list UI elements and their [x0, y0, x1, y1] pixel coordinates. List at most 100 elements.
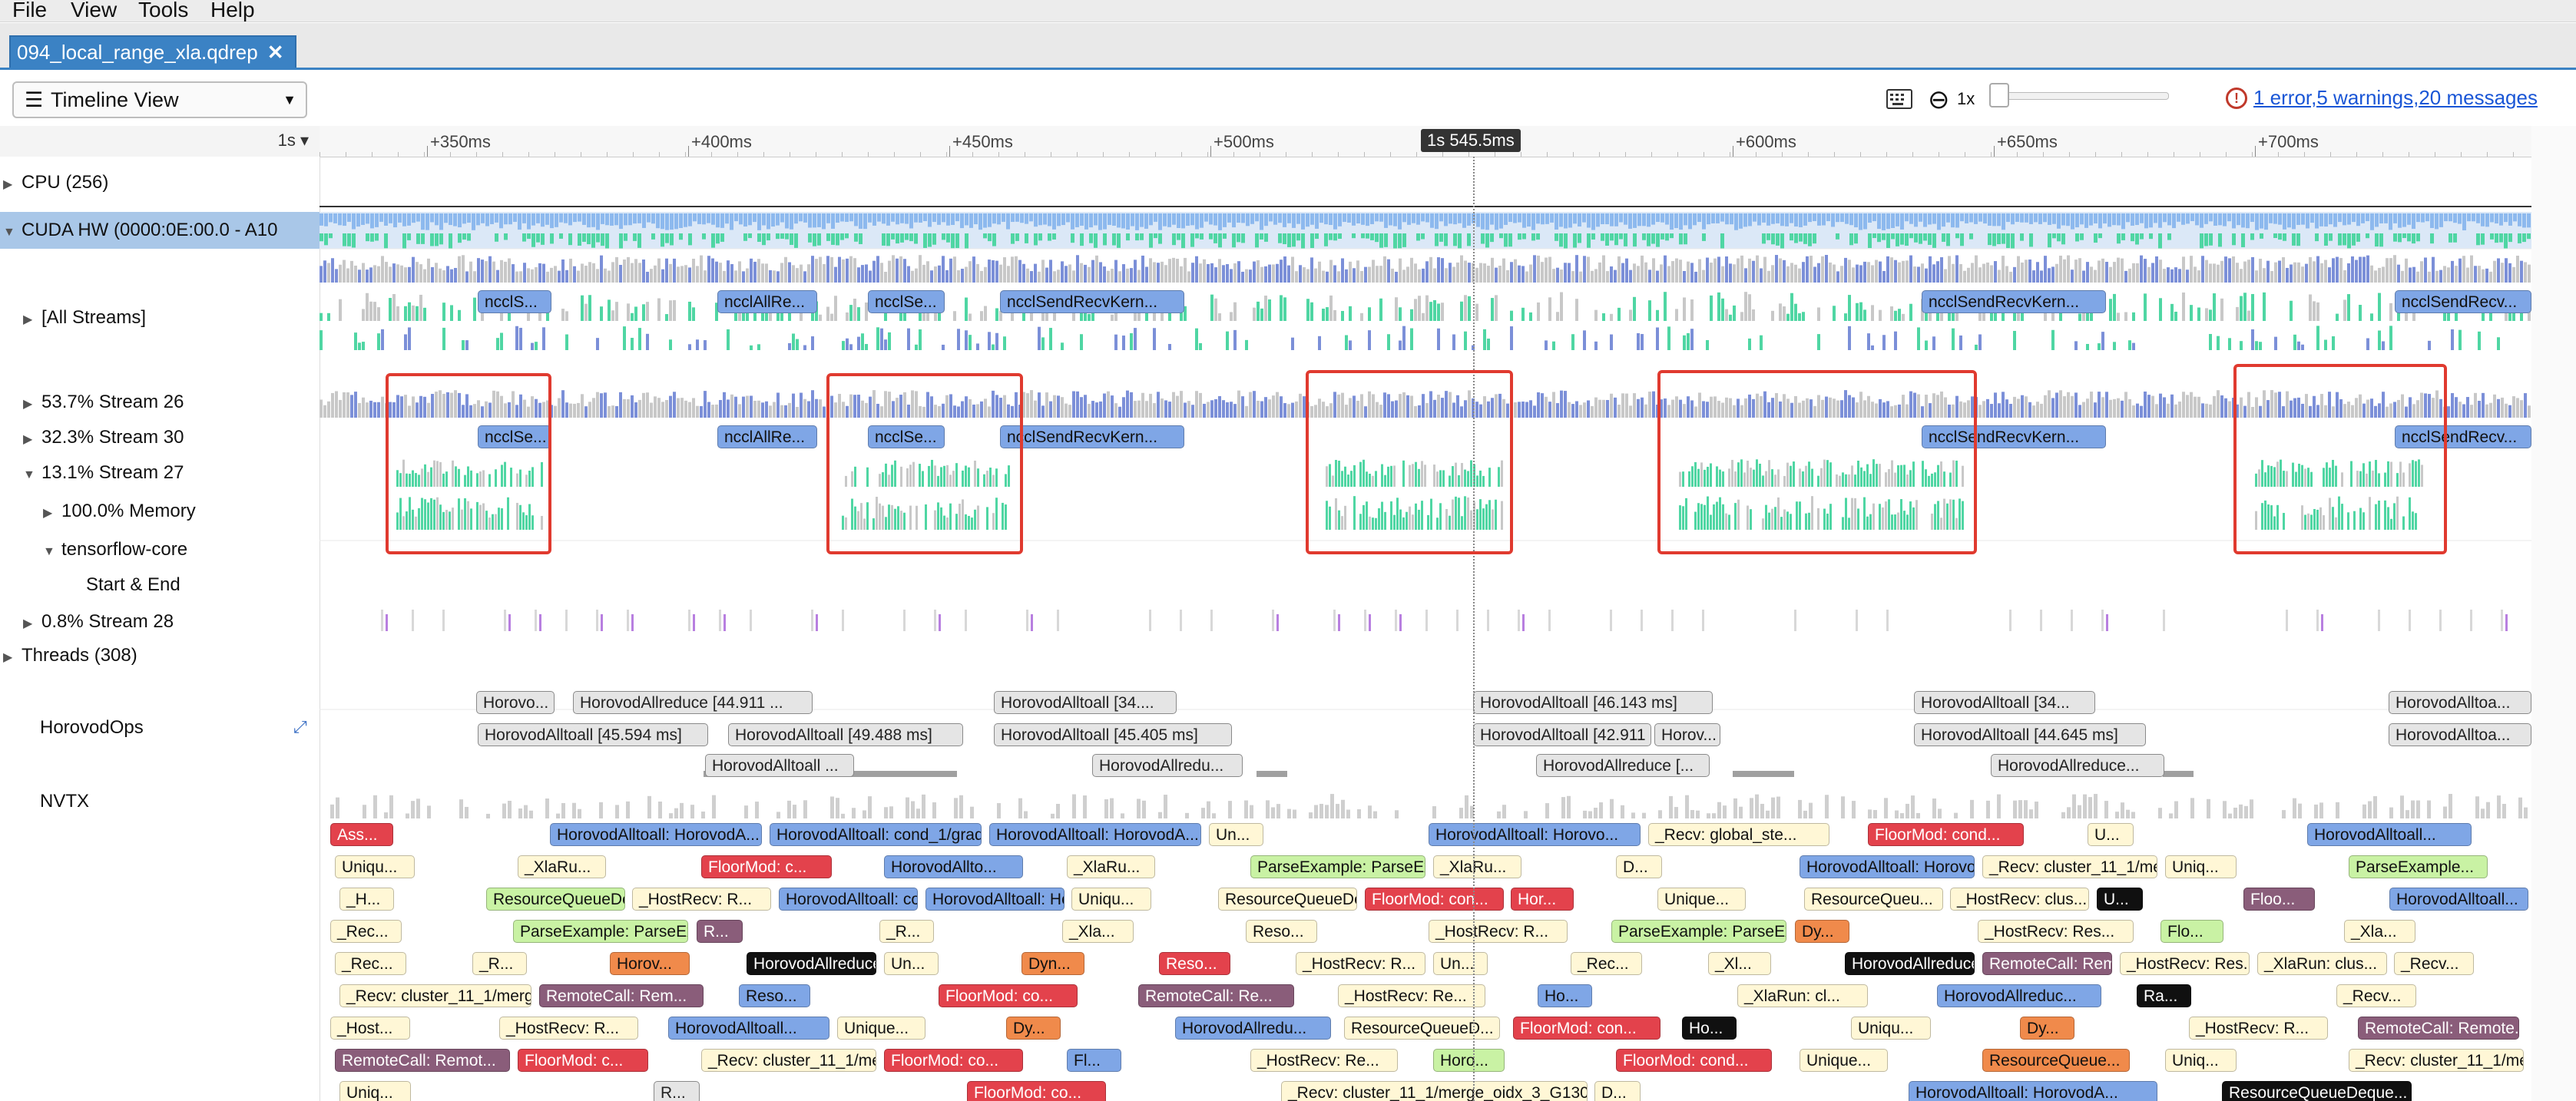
menu-view[interactable]: View [71, 0, 117, 21]
nvtx-range-chip[interactable]: ResourceQueueD... [1344, 1017, 1500, 1040]
nvtx-range-chip[interactable]: _Recv: cluster_11_1/merge_oidx_3_G1307 |… [1982, 855, 2157, 878]
nvtx-range-chip[interactable]: Uniqu... [335, 855, 415, 878]
nvtx-range-chip[interactable]: _XlaRu... [1433, 855, 1521, 878]
nvtx-range-chip[interactable]: Ho... [1682, 1017, 1737, 1040]
nvtx-range-chip[interactable]: _Recv... [2394, 952, 2474, 975]
expand-icon[interactable]: ▶ [23, 312, 41, 327]
row-horovod-ops[interactable]: HorovodOps [40, 717, 144, 739]
nvtx-range-chip[interactable]: _XlaRu... [518, 855, 606, 878]
nvtx-range-chip[interactable]: FloorMod: co... [967, 1081, 1106, 1101]
row-stream-28[interactable]: ▶ 0.8% Stream 28 [23, 611, 174, 633]
horovod-op-chip[interactable]: HorovodAlltoall [45.594 ms] [478, 723, 708, 746]
nvtx-range-chip[interactable]: _HostRecv: Res... [2120, 952, 2250, 975]
nvtx-range-chip[interactable]: Uniq... [339, 1081, 411, 1101]
nvtx-range-chip[interactable]: FloorMod: c... [518, 1049, 648, 1072]
nvtx-range-chip[interactable]: _Xla... [2344, 920, 2415, 943]
nvtx-range-chip[interactable]: Reso... [1246, 920, 1317, 943]
nvtx-range-chip[interactable]: HorovodAlltoall: Horovo... [1429, 823, 1641, 846]
nvtx-range-chip[interactable]: HorovodAllreduc... [1937, 984, 2101, 1007]
nvtx-range-chip[interactable]: _XlaRun: cl... [1737, 984, 1868, 1007]
nvtx-range-chip[interactable]: RemoteCall: Remot... [1982, 952, 2112, 975]
nvtx-range-chip[interactable]: _HostRecv: R... [1429, 920, 1568, 943]
collapse-icon[interactable]: ▼ [3, 226, 22, 240]
nvtx-range-chip[interactable]: FloorMod: con... [1365, 888, 1504, 911]
nvtx-range-chip[interactable]: Flo... [2160, 920, 2223, 943]
view-select[interactable]: ☰ Timeline View ▼ [12, 81, 307, 118]
nvtx-range-chip[interactable]: FloorMod: con... [1513, 1017, 1660, 1040]
expand-icon[interactable]: ▶ [23, 431, 41, 447]
nvtx-range-chip[interactable]: _XlaRun: clus... [2257, 952, 2387, 975]
horovod-op-chip[interactable]: HorovodAllreduce [... [1536, 754, 1710, 777]
nvtx-range-chip[interactable]: _Rec... [1571, 952, 1642, 975]
expand-icon[interactable]: ▶ [23, 396, 41, 412]
nvtx-range-chip[interactable]: FloorMod: co... [939, 984, 1078, 1007]
nvtx-range-chip[interactable]: HorovodAllreduce: Distribu... [747, 952, 876, 975]
nvtx-range-chip[interactable]: _Recv: cluster_11_1/merge_oidx_3_G1307 |… [339, 984, 531, 1007]
stream30-kernel-chip[interactable]: ncclAllRe... [717, 425, 817, 448]
nvtx-range-chip[interactable]: _H... [339, 888, 394, 911]
nvtx-range-chip[interactable]: ParseExample: ParseExample/Parse... [1250, 855, 1425, 878]
menu-help[interactable]: Help [210, 0, 255, 21]
row-all-streams[interactable]: ▶ [All Streams] [23, 307, 146, 329]
menu-tools[interactable]: Tools [138, 0, 188, 21]
nvtx-range-chip[interactable]: Horo... [1433, 1049, 1505, 1072]
nvtx-range-chip[interactable]: ParseExample... [2349, 855, 2488, 878]
row-cuda-hw[interactable]: ▼ CUDA HW (0000:0E:00.0 - A10 [3, 220, 278, 241]
nvtx-range-chip[interactable]: _XlaRu... [1067, 855, 1155, 878]
nvtx-range-chip[interactable]: Dyn... [1021, 952, 1084, 975]
nvtx-range-chip[interactable]: _HostRecv: Res... [1978, 920, 2134, 943]
expand-icon[interactable]: ▶ [3, 177, 22, 192]
horovod-op-chip[interactable]: Horov... [1654, 723, 1720, 746]
stream-kernel-chip[interactable]: ncclSe... [868, 290, 945, 313]
collapse-icon[interactable]: ▼ [23, 468, 41, 482]
horovod-op-chip[interactable]: HorovodAlltoall [44.645 ms] [1914, 723, 2146, 746]
nvtx-range-chip[interactable]: Unique... [837, 1017, 925, 1040]
nvtx-range-chip[interactable]: ResourceQueueDe... [1218, 888, 1357, 911]
horovod-op-chip[interactable]: HorovodAlltoa... [2389, 691, 2531, 714]
horovod-op-chip[interactable]: Horovo... [476, 691, 555, 714]
zoom-slider-thumb[interactable] [1989, 83, 2009, 107]
nvtx-range-chip[interactable]: _HostRecv: clus... [1950, 888, 2089, 911]
nvtx-range-chip[interactable]: ResourceQueueDeq... [486, 888, 625, 911]
stream-kernel-chip[interactable]: ncclSendRecvKern... [1000, 290, 1184, 313]
nvtx-range-chip[interactable]: FloorMod: cond... [1616, 1049, 1772, 1072]
nvtx-range-chip[interactable]: HorovodAlltoall... [2307, 823, 2472, 846]
nvtx-range-chip[interactable]: _Xla... [1062, 920, 1134, 943]
nvtx-range-chip[interactable]: Unique... [1800, 1049, 1888, 1072]
nvtx-range-chip[interactable]: HorovodAlltoall... [668, 1017, 829, 1040]
horovod-op-chip[interactable]: HorovodAlltoall [49.488 ms] [728, 723, 963, 746]
keyboard-icon[interactable] [1886, 89, 1912, 109]
nvtx-range-chip[interactable]: _Recv... [2336, 984, 2416, 1007]
row-stream-27[interactable]: ▼ 13.1% Stream 27 [23, 462, 184, 484]
nvtx-range-chip[interactable]: HorovodAlltoall... [2389, 888, 2528, 911]
nvtx-range-chip[interactable]: _Recv: global_ste... [1648, 823, 1829, 846]
timeline-canvas[interactable]: ncclS... ncclAllRe... ncclSe... ncclSendRec… [320, 157, 2531, 1101]
nvtx-range-chip[interactable]: Un... [1209, 823, 1263, 846]
horovod-op-chip[interactable]: HorovodAlltoall [34.... [994, 691, 1177, 714]
nvtx-range-chip[interactable]: D... [1594, 1081, 1641, 1101]
nvtx-range-chip[interactable]: HorovodAllto... [884, 855, 1023, 878]
nvtx-range-chip[interactable]: D... [1616, 855, 1662, 878]
nvtx-range-chip[interactable]: R... [697, 920, 743, 943]
nvtx-range-chip[interactable]: _HostRecv: R... [1296, 952, 1425, 975]
zoom-slider[interactable] [1994, 92, 2169, 100]
nvtx-range-chip[interactable]: HorovodAlltoall: cond/gr... [779, 888, 918, 911]
nvtx-range-chip[interactable]: RemoteCall: Remot... [335, 1049, 510, 1072]
row-cpu[interactable]: ▶ CPU (256) [3, 172, 108, 193]
nvtx-range-chip[interactable]: Dy... [1006, 1017, 1061, 1040]
horovod-op-chip[interactable]: HorovodAllreduce [44.911 ... [573, 691, 813, 714]
nvtx-range-chip[interactable]: Floo... [2243, 888, 2315, 911]
nvtx-range-chip[interactable]: HorovodAlltoall: HorovodA... [1909, 1081, 2157, 1101]
stream-kernel-chip[interactable]: ncclS... [478, 290, 551, 313]
horovod-op-chip[interactable]: HorovodAlltoall [34... [1914, 691, 2095, 714]
time-ruler[interactable]: +350ms +400ms +450ms +500ms +600ms +650ms +700… [320, 126, 2531, 157]
nvtx-range-chip[interactable]: Fl... [1067, 1049, 1121, 1072]
nvtx-range-chip[interactable]: _Recv: cluster_11_1/merge_oidx_3_G1307 |… [1281, 1081, 1588, 1101]
nvtx-range-chip[interactable]: Ra... [2137, 984, 2191, 1007]
nvtx-range-chip[interactable]: _Rec... [335, 952, 406, 975]
horovod-op-chip[interactable]: HorovodAllredu... [1092, 754, 1243, 777]
nvtx-range-chip[interactable]: Un... [884, 952, 939, 975]
nvtx-range-chip[interactable]: Uniq... [2165, 855, 2237, 878]
tab-report[interactable]: 094_local_range_xla.qdrep ✕ [9, 35, 296, 68]
nvtx-range-chip[interactable]: Reso... [1159, 952, 1230, 975]
